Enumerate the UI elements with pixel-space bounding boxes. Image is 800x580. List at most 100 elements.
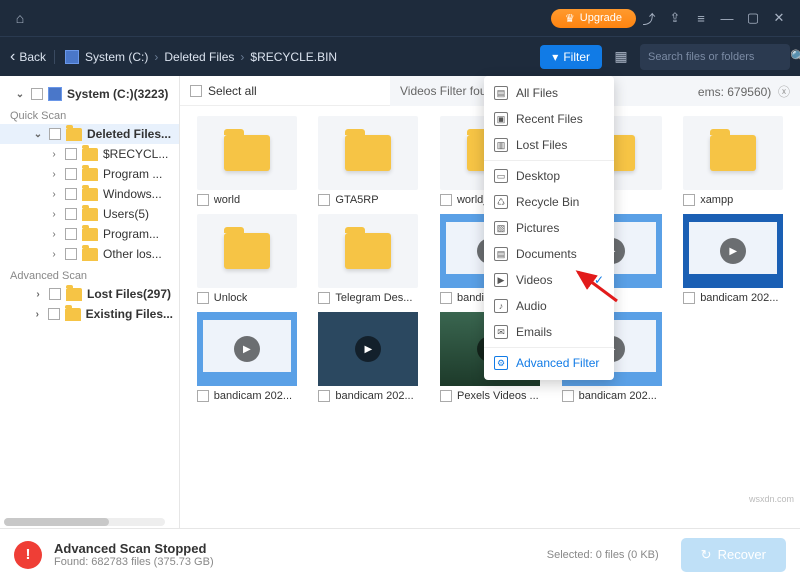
item-label: world	[214, 194, 240, 206]
item-label: xampp	[700, 194, 733, 206]
filter-option-videos[interactable]: ▶Videos✓	[484, 267, 614, 293]
tree-child-1[interactable]: ›Program ...	[0, 164, 179, 184]
filter-item-icon: ▭	[494, 169, 508, 183]
section-quick-scan: Quick Scan	[0, 104, 179, 124]
filter-option-pictures[interactable]: ▧Pictures	[484, 215, 614, 241]
filter-option-all-files[interactable]: ▤All Files	[484, 80, 614, 106]
maximize-icon[interactable]: ▢	[740, 10, 766, 26]
grid-item[interactable]: xampp	[674, 116, 792, 206]
grid-item[interactable]: bandicam 202...	[310, 312, 428, 402]
filter-option-audio[interactable]: ♪Audio	[484, 293, 614, 319]
filter-item-icon: ✉	[494, 325, 508, 339]
content-area: Select all Videos Filter foun ems: 67956…	[180, 76, 800, 528]
upgrade-label: Upgrade	[580, 12, 622, 24]
item-checkbox[interactable]	[318, 292, 330, 304]
video-thumbnail	[683, 214, 783, 288]
item-checkbox[interactable]	[197, 194, 209, 206]
back-button[interactable]: Back	[10, 48, 46, 66]
tree-child-5[interactable]: ›Other los...	[0, 244, 179, 264]
grid-item[interactable]: GTA5RP	[310, 116, 428, 206]
filter-option-lost-files[interactable]: ▥Lost Files	[484, 132, 614, 158]
item-label: bandicam 202...	[579, 390, 657, 402]
item-label: Pexels Videos ...	[457, 390, 539, 402]
item-checkbox[interactable]	[683, 292, 695, 304]
tree-child-2[interactable]: ›Windows...	[0, 184, 179, 204]
filter-icon: ▾	[552, 50, 558, 64]
filter-item-icon: ▤	[494, 86, 508, 100]
status-title: Advanced Scan Stopped	[54, 541, 214, 556]
recover-button[interactable]: ↻Recover	[681, 538, 786, 572]
filter-item-icon: ♺	[494, 195, 508, 209]
grid-item[interactable]: bandicam 202...	[188, 312, 306, 402]
filter-option-recycle-bin[interactable]: ♺Recycle Bin	[484, 189, 614, 215]
minimize-icon[interactable]: —	[714, 11, 740, 26]
tree-deleted-files[interactable]: ⌄Deleted Files...	[0, 124, 179, 144]
video-thumbnail	[318, 312, 418, 386]
grid-item[interactable]: Telegram Des...	[310, 214, 428, 304]
filter-dropdown: ▤All Files▣Recent Files▥Lost Files ▭Deskt…	[484, 76, 614, 380]
grid-item[interactable]: world	[188, 116, 306, 206]
menu-icon[interactable]: ≡	[688, 11, 714, 26]
watermark: wsxdn.com	[749, 494, 794, 504]
view-grid-icon[interactable]: ▦	[610, 48, 632, 65]
item-label: Telegram Des...	[335, 292, 412, 304]
tree-lost-files[interactable]: ›Lost Files(297)	[0, 284, 179, 304]
filter-item-icon: ▣	[494, 112, 508, 126]
folder-icon	[197, 214, 297, 288]
check-icon: ✓	[594, 273, 604, 287]
folder-icon	[197, 116, 297, 190]
grid-item[interactable]: Unlock	[188, 214, 306, 304]
close-icon[interactable]: ✕	[766, 10, 792, 26]
search-icon: 🔍	[790, 49, 800, 65]
recover-icon: ↻	[701, 547, 712, 563]
filter-option-documents[interactable]: ▤Documents	[484, 241, 614, 267]
item-checkbox[interactable]	[440, 292, 452, 304]
home-icon[interactable]: ⌂	[8, 10, 32, 26]
upgrade-button[interactable]: ♛ Upgrade	[551, 9, 636, 28]
infobar-close-icon[interactable]: ⓧ	[778, 85, 790, 99]
tree-existing-files[interactable]: ›Existing Files...	[0, 304, 179, 324]
sidebar-scrollbar[interactable]	[4, 518, 165, 526]
item-checkbox[interactable]	[683, 194, 695, 206]
tree-root[interactable]: ⌄System (C:)(3223)	[0, 84, 179, 104]
item-checkbox[interactable]	[197, 292, 209, 304]
item-checkbox[interactable]	[318, 390, 330, 402]
filter-option-recent-files[interactable]: ▣Recent Files	[484, 106, 614, 132]
grid-item[interactable]: bandicam 202...	[674, 214, 792, 304]
export-icon[interactable]: ⇪	[662, 10, 688, 26]
section-advanced-scan: Advanced Scan	[0, 264, 179, 284]
share-icon[interactable]: ⤴	[636, 9, 662, 28]
folder-icon	[318, 214, 418, 288]
search-input[interactable]: 🔍	[640, 44, 790, 70]
status-bar: ! Advanced Scan Stopped Found: 682783 fi…	[0, 528, 800, 580]
filter-item-icon: ▥	[494, 138, 508, 152]
item-checkbox[interactable]	[440, 194, 452, 206]
folder-icon	[318, 116, 418, 190]
filter-item-icon: ▧	[494, 221, 508, 235]
item-checkbox[interactable]	[440, 390, 452, 402]
crown-icon: ♛	[565, 12, 575, 25]
tree-child-3[interactable]: ›Users(5)	[0, 204, 179, 224]
item-checkbox[interactable]	[197, 390, 209, 402]
filter-item-icon: ♪	[494, 299, 508, 313]
item-label: Unlock	[214, 292, 248, 304]
warning-icon: !	[14, 541, 42, 569]
advanced-filter-link[interactable]: ⚙Advanced Filter	[484, 350, 614, 376]
tree-child-4[interactable]: ›Program...	[0, 224, 179, 244]
filter-button[interactable]: ▾Filter	[540, 45, 602, 69]
filter-option-emails[interactable]: ✉Emails	[484, 319, 614, 345]
sidebar: ⌄System (C:)(3223) Quick Scan ⌄Deleted F…	[0, 76, 180, 528]
item-label: bandicam 202...	[700, 292, 778, 304]
filter-option-desktop[interactable]: ▭Desktop	[484, 163, 614, 189]
item-label: GTA5RP	[335, 194, 378, 206]
item-checkbox[interactable]	[562, 390, 574, 402]
breadcrumb[interactable]: System (C:)› Deleted Files› $RECYCLE.BIN	[54, 50, 337, 64]
item-checkbox[interactable]	[318, 194, 330, 206]
drive-icon	[65, 50, 79, 64]
folder-icon	[683, 116, 783, 190]
titlebar: ⌂ ♛ Upgrade ⤴ ⇪ ≡ — ▢ ✕	[0, 0, 800, 36]
status-subtitle: Found: 682783 files (375.73 GB)	[54, 556, 214, 568]
item-label: bandicam 202...	[214, 390, 292, 402]
filter-item-icon: ▤	[494, 247, 508, 261]
tree-child-0[interactable]: ›$RECYCL...	[0, 144, 179, 164]
